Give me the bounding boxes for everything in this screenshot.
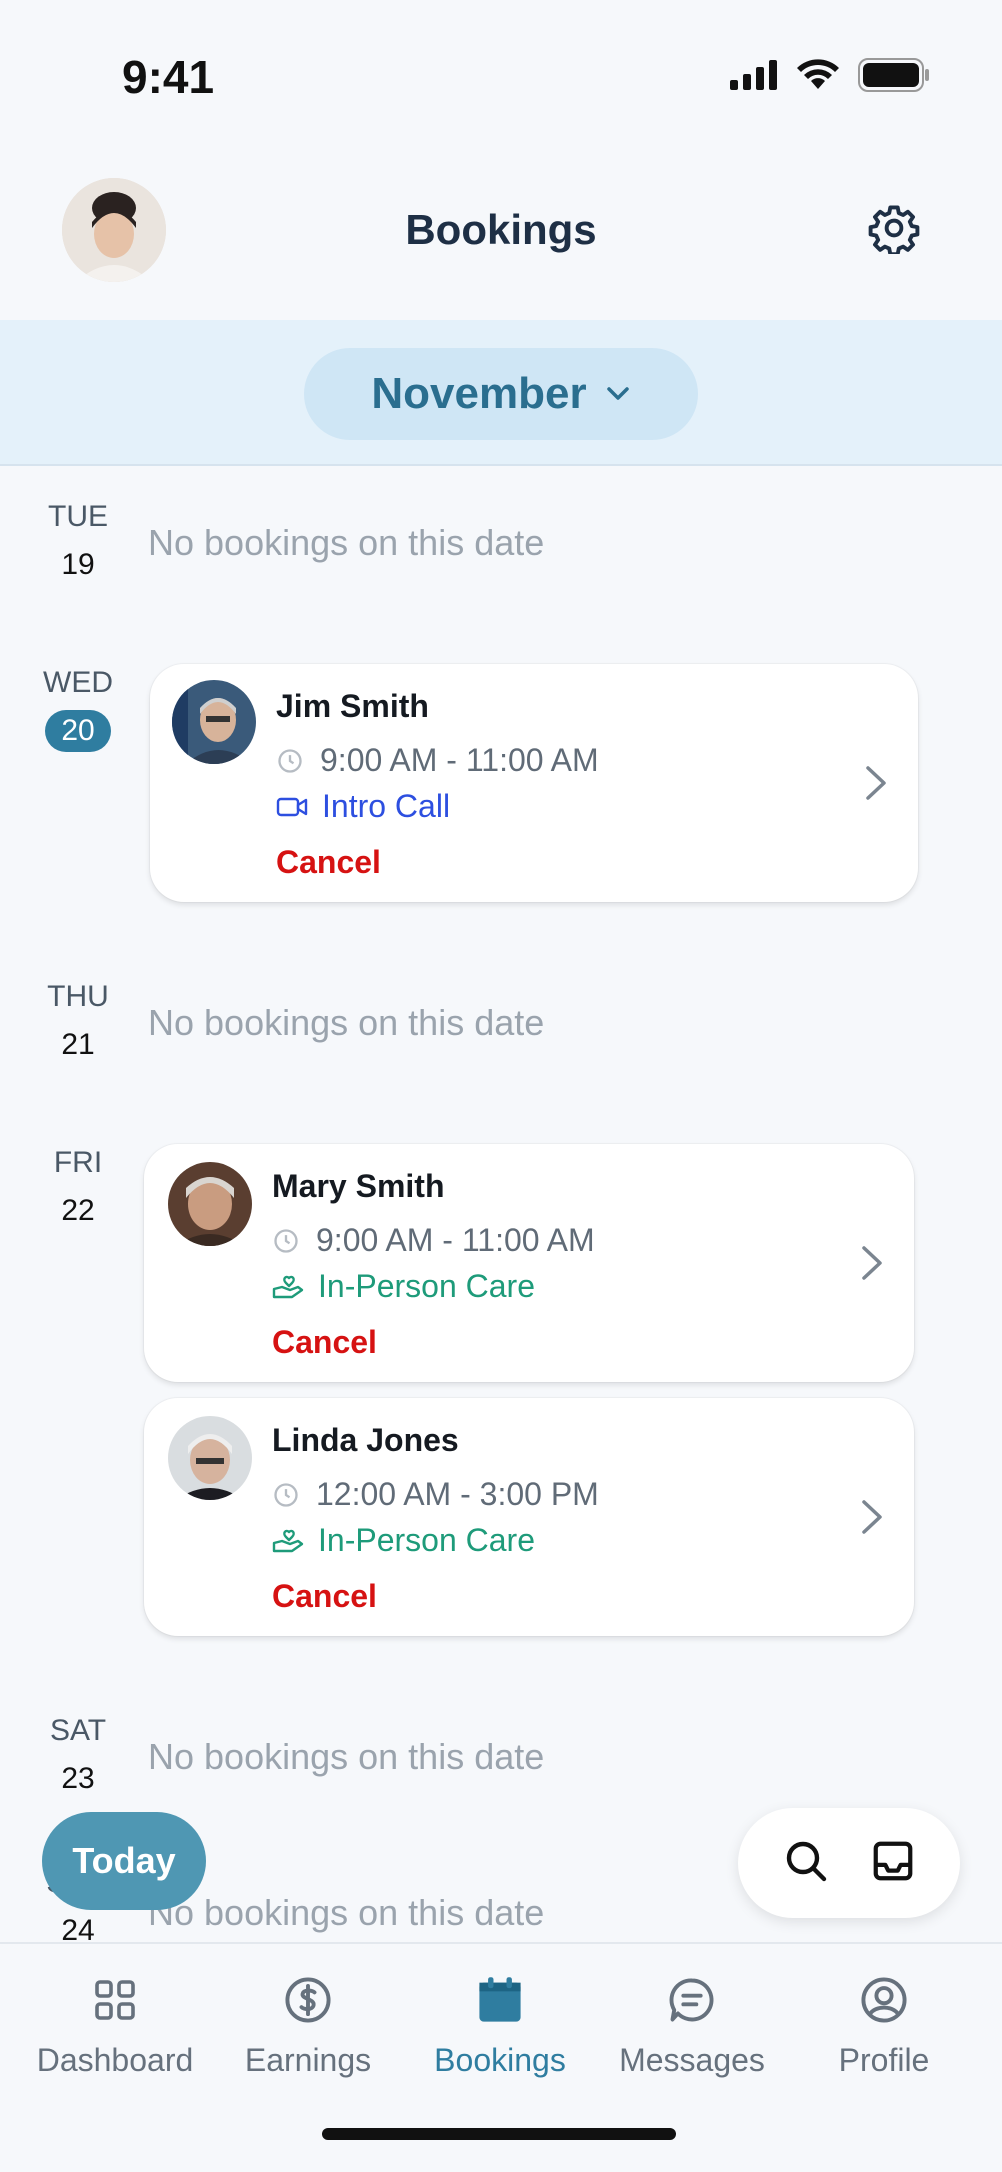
tab-label: Profile [838, 2042, 930, 2078]
booking-card[interactable]: Jim Smith 9:00 AM - 11:00 AM Intro Call … [150, 664, 918, 902]
tab-label: Messages [619, 2042, 765, 2078]
booking-time-row: 9:00 AM - 11:00 AM [276, 742, 599, 779]
cancel-booking-link[interactable]: Cancel [276, 844, 381, 881]
caring-hands-icon [272, 1529, 304, 1552]
booking-time-row: 12:00 AM - 3:00 PM [272, 1476, 599, 1513]
booking-time: 9:00 AM - 11:00 AM [316, 1222, 595, 1258]
caring-hands-icon [272, 1275, 304, 1298]
day-abbr: SAT [49, 1714, 107, 1747]
client-name: Mary Smith [272, 1168, 445, 1204]
day-number: 22 [61, 1194, 95, 1227]
empty-day-text: No bookings on this date [148, 1736, 545, 1777]
tab-messages[interactable]: Messages [592, 1970, 792, 2079]
day-label-thu: THU 21 [28, 980, 128, 1062]
booking-time-row: 9:00 AM - 11:00 AM [272, 1222, 595, 1259]
booking-type-row: In-Person Care [272, 1268, 535, 1305]
booking-type-row: In-Person Care [272, 1522, 535, 1559]
search-icon [786, 1841, 827, 1881]
booking-time: 9:00 AM - 11:00 AM [320, 742, 599, 778]
day-abbr: TUE [48, 500, 108, 533]
booking-card[interactable]: Linda Jones 12:00 AM - 3:00 PM In-Person… [144, 1398, 914, 1636]
tab-label: Dashboard [36, 2042, 194, 2078]
chevron-right-icon [860, 1244, 884, 1287]
day-label-wed: WED 20 [28, 666, 128, 752]
search-button[interactable] [782, 1837, 830, 1890]
tab-label: Earnings [244, 2042, 372, 2078]
booking-time: 12:00 AM - 3:00 PM [316, 1476, 599, 1512]
inbox-button[interactable] [870, 1838, 916, 1889]
gear-icon [868, 205, 920, 257]
day-number: 21 [61, 1028, 95, 1061]
settings-button[interactable] [868, 202, 920, 257]
status-bar: 9:41 [0, 0, 1002, 150]
status-time: 9:41 [122, 51, 215, 103]
client-name: Jim Smith [276, 688, 429, 724]
floating-actions [738, 1808, 960, 1918]
day-label-sat: SAT 23 [28, 1714, 128, 1796]
empty-day-text: No bookings on this date [148, 1892, 545, 1933]
booking-type: Intro Call [322, 788, 451, 824]
day-label-tue: TUE 19 [28, 500, 128, 582]
wifi-icon [797, 59, 839, 89]
cancel-booking-link[interactable]: Cancel [272, 1324, 377, 1361]
day-label-fri: FRI 22 [28, 1146, 128, 1228]
cancel-booking-link[interactable]: Cancel [272, 1578, 377, 1615]
page-title: Bookings [405, 206, 597, 253]
chat-bubble-icon [669, 1978, 714, 2022]
month-band: November [0, 320, 1002, 466]
empty-day-text: No bookings on this date [148, 1002, 545, 1043]
day-abbr: WED [43, 666, 113, 699]
status-icons [730, 58, 930, 92]
day-number-selected: 20 [45, 710, 111, 752]
month-label: November [371, 369, 587, 418]
day-abbr: FRI [53, 1146, 103, 1179]
clock-icon [278, 748, 302, 773]
app-header: Bookings [0, 150, 1002, 320]
clock-icon [274, 1482, 298, 1507]
tab-earnings[interactable]: Earnings [208, 1970, 408, 2079]
home-indicator [322, 2128, 676, 2140]
tab-label: Bookings [434, 2042, 566, 2078]
inbox-icon [873, 1841, 913, 1880]
tab-profile[interactable]: Profile [784, 1970, 984, 2079]
tab-dashboard[interactable]: Dashboard [15, 1970, 215, 2079]
booking-type: In-Person Care [318, 1522, 535, 1558]
tab-bookings[interactable]: Bookings [400, 1970, 600, 2079]
chevron-right-icon [860, 1498, 884, 1541]
video-camera-icon [276, 797, 308, 816]
month-selector[interactable]: November [304, 348, 698, 440]
battery-icon [858, 58, 929, 92]
cellular-signal-icon [730, 60, 777, 90]
chevron-right-icon [864, 764, 888, 807]
client-avatar [168, 1162, 252, 1246]
booking-card[interactable]: Mary Smith 9:00 AM - 11:00 AM In-Person … [144, 1144, 914, 1382]
booking-type: In-Person Care [318, 1268, 535, 1304]
day-number: 23 [61, 1762, 95, 1795]
empty-day-text: No bookings on this date [148, 522, 545, 563]
user-circle-icon [861, 1977, 907, 2023]
dollar-circle-icon [285, 1977, 331, 2023]
calendar-icon [479, 1977, 521, 2022]
today-button[interactable]: Today [42, 1812, 206, 1910]
client-avatar [168, 1416, 252, 1500]
day-number: 19 [61, 548, 95, 581]
client-name: Linda Jones [272, 1422, 459, 1458]
client-avatar [172, 680, 256, 764]
chevron-down-icon [606, 387, 629, 400]
day-abbr: THU [47, 980, 109, 1013]
clock-icon [274, 1228, 298, 1253]
booking-type-row: Intro Call [276, 788, 450, 825]
grid-icon [95, 1980, 135, 2020]
